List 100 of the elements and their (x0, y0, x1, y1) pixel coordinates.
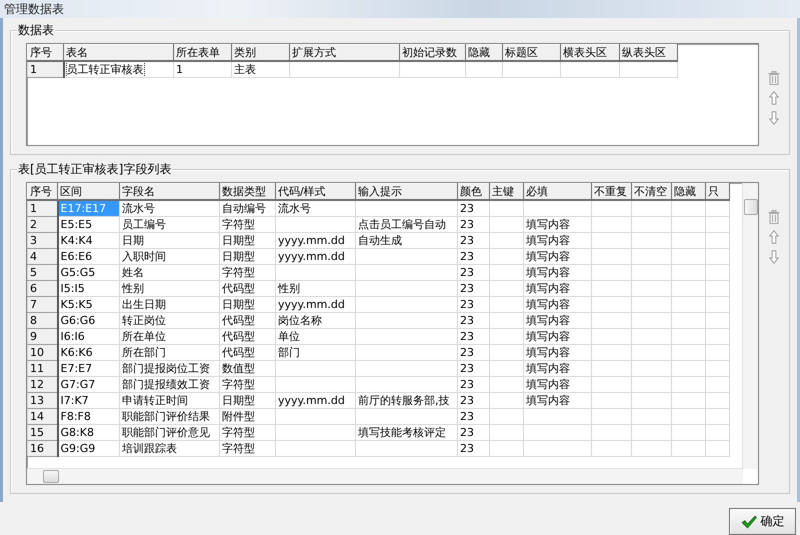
column-header[interactable]: 表名 (64, 44, 174, 61)
table-cell: K5:K5 (58, 296, 120, 312)
table-cell: 23 (458, 344, 490, 360)
table-cell: 填写内容 (524, 296, 592, 312)
ok-button[interactable]: 确定 (729, 508, 796, 535)
table-cell: 23 (458, 248, 490, 264)
column-header[interactable]: 标题区 (502, 44, 560, 61)
table-cell: E6:E6 (58, 248, 120, 264)
table-cell: 主表 (232, 61, 290, 78)
table-cell: 23 (458, 312, 490, 328)
column-header[interactable]: 类别 (232, 44, 290, 61)
row-number: 6 (28, 280, 58, 296)
column-header[interactable]: 所在表单 (174, 44, 232, 61)
row-number: 8 (28, 312, 58, 328)
up-arrow-icon[interactable] (769, 230, 780, 244)
table-cell: I6:I6 (58, 328, 120, 344)
table-cell: 所在单位 (120, 328, 220, 344)
table-cell[interactable]: 员工转正审核表 (64, 61, 174, 78)
down-arrow-icon[interactable] (769, 111, 780, 125)
row-number: 1 (28, 61, 64, 78)
table-cell: 23 (458, 264, 490, 280)
group-title: 数据表 (17, 22, 55, 38)
table-cell: 代码型 (220, 328, 276, 344)
table-cell: 职能部门评价结果 (120, 408, 220, 424)
row-number: 7 (28, 296, 58, 312)
row-number: 16 (28, 440, 58, 456)
table-cell: G6:G6 (58, 312, 120, 328)
column-header[interactable]: 序号 (28, 44, 64, 61)
column-header[interactable]: 代码/样式 (276, 184, 356, 200)
column-header[interactable]: 数据类型 (220, 184, 276, 200)
column-header[interactable]: 序号 (28, 184, 58, 200)
table-cell: I5:I5 (58, 280, 120, 296)
column-header[interactable]: 必填 (524, 184, 592, 200)
row-number: 2 (28, 216, 58, 232)
table-cell: 入职时间 (120, 248, 220, 264)
column-header[interactable]: 初始记录数 (400, 44, 466, 61)
table-cell: 23 (458, 216, 490, 232)
horizontal-scrollbar[interactable] (27, 468, 744, 484)
row-number: 4 (28, 248, 58, 264)
table-cell: 填写内容 (524, 216, 592, 232)
table-cell: 自动编号 (220, 200, 276, 216)
table-cell: G5:G5 (58, 264, 120, 280)
table-cell: 填写内容 (524, 248, 592, 264)
table-cell: K6:K6 (58, 344, 120, 360)
down-arrow-icon[interactable] (769, 250, 780, 264)
table-cell: 申请转正时间 (120, 392, 220, 408)
column-header[interactable]: 输入提示 (356, 184, 458, 200)
column-header[interactable]: 扩展方式 (290, 44, 400, 61)
column-header[interactable]: 颜色 (458, 184, 490, 200)
table-cell: 出生日期 (120, 296, 220, 312)
column-header[interactable]: 隐藏 (466, 44, 502, 61)
column-header[interactable]: 隐藏 (672, 184, 706, 200)
column-header[interactable]: 区间 (58, 184, 120, 200)
row-number: 12 (28, 376, 58, 392)
table-cell: 字符型 (220, 216, 276, 232)
table-cell: 填写内容 (524, 360, 592, 376)
table-cell: 填写内容 (524, 376, 592, 392)
row-number: 5 (28, 264, 58, 280)
table-cell: 字符型 (220, 264, 276, 280)
table-cell: 单位 (276, 328, 356, 344)
table-cell: 部门 (276, 344, 356, 360)
table-cell: 23 (458, 392, 490, 408)
table-cell: 23 (458, 296, 490, 312)
table-cell: 姓名 (120, 264, 220, 280)
row-number: 1 (28, 200, 58, 216)
table-cell: 23 (458, 376, 490, 392)
table-cell: 字符型 (220, 424, 276, 440)
window-title: 管理数据表 (4, 0, 64, 18)
trash-icon[interactable] (768, 210, 780, 224)
table-cell: 1 (174, 61, 232, 78)
row-number: 13 (28, 392, 58, 408)
column-header[interactable]: 不重复 (592, 184, 632, 200)
table-cell: 所在部门 (120, 344, 220, 360)
trash-icon[interactable] (768, 71, 780, 85)
table-cell: 日期 (120, 232, 220, 248)
table-cell: 培训跟踪表 (120, 440, 220, 456)
table-cell: 填写内容 (524, 232, 592, 248)
table-cell: 部门提报岗位工资 (120, 360, 220, 376)
table-cell: 23 (458, 424, 490, 440)
column-header[interactable]: 只 (706, 184, 730, 200)
column-header[interactable]: 字段名 (120, 184, 220, 200)
table-cell: E7:E7 (58, 360, 120, 376)
column-header[interactable]: 不清空 (632, 184, 672, 200)
group-title: 表[员工转正审核表]字段列表 (17, 161, 172, 177)
table-cell: 填写内容 (524, 392, 592, 408)
table-cell: 附件型 (220, 408, 276, 424)
table-cell: 流水号 (276, 200, 356, 216)
column-header[interactable]: 横表头区 (560, 44, 620, 61)
table-cell: 23 (458, 232, 490, 248)
row-number: 3 (28, 232, 58, 248)
table-cell: 代码型 (220, 312, 276, 328)
table-cell: 23 (458, 440, 490, 456)
column-header[interactable]: 纵表头区 (620, 44, 678, 61)
table-cell: 日期型 (220, 296, 276, 312)
table-cell: K4:K4 (58, 232, 120, 248)
column-header[interactable]: 主键 (490, 184, 524, 200)
vertical-scrollbar[interactable] (742, 183, 758, 469)
row-number: 9 (28, 328, 58, 344)
table-cell: 日期型 (220, 248, 276, 264)
up-arrow-icon[interactable] (769, 91, 780, 105)
